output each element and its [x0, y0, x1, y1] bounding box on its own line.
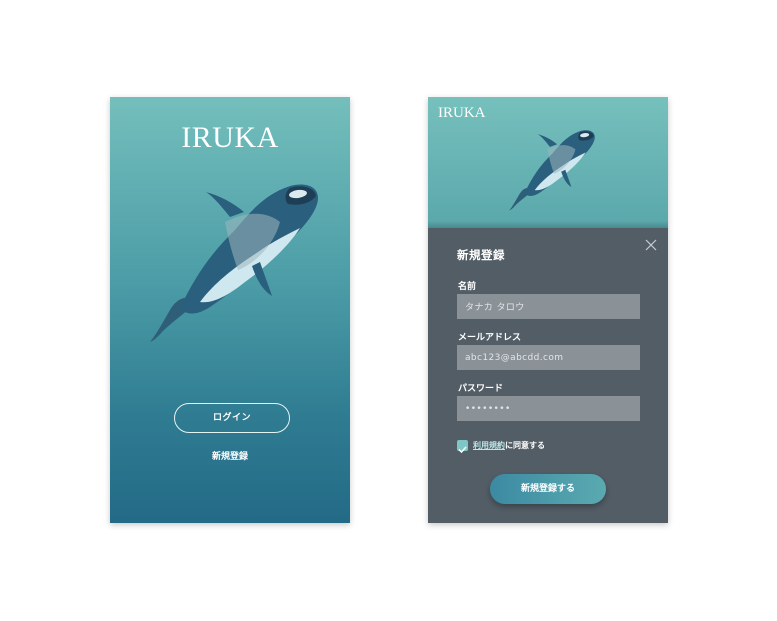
register-screen: IRUKA 新規登録 名前 メールアドレス パスワード 利用規約に同意する 新規…: [428, 97, 668, 523]
password-field[interactable]: [457, 396, 640, 421]
terms-checkbox[interactable]: [457, 440, 468, 454]
name-field[interactable]: [457, 294, 640, 319]
app-logo: IRUKA: [438, 105, 486, 121]
terms-agreement: 利用規約に同意する: [473, 440, 545, 451]
terms-link[interactable]: 利用規約: [473, 441, 505, 450]
close-icon[interactable]: [645, 239, 657, 251]
orca-illustration: [500, 129, 600, 213]
register-link[interactable]: 新規登録: [110, 449, 350, 462]
email-label: メールアドレス: [458, 333, 522, 343]
password-label: パスワード: [458, 384, 504, 394]
name-label: 名前: [458, 282, 477, 292]
hero-divider: [428, 221, 668, 228]
form-title: 新規登録: [457, 248, 505, 262]
register-submit-button[interactable]: 新規登録する: [490, 474, 606, 504]
orca-illustration: [140, 182, 320, 347]
app-logo: IRUKA: [181, 121, 279, 154]
login-button[interactable]: ログイン: [174, 403, 290, 433]
login-screen: IRUKA ログイン 新規登録: [110, 97, 350, 523]
check-icon: [458, 446, 467, 454]
hero-banner: IRUKA: [428, 97, 668, 228]
terms-label: に同意する: [505, 441, 545, 450]
email-field[interactable]: [457, 345, 640, 370]
